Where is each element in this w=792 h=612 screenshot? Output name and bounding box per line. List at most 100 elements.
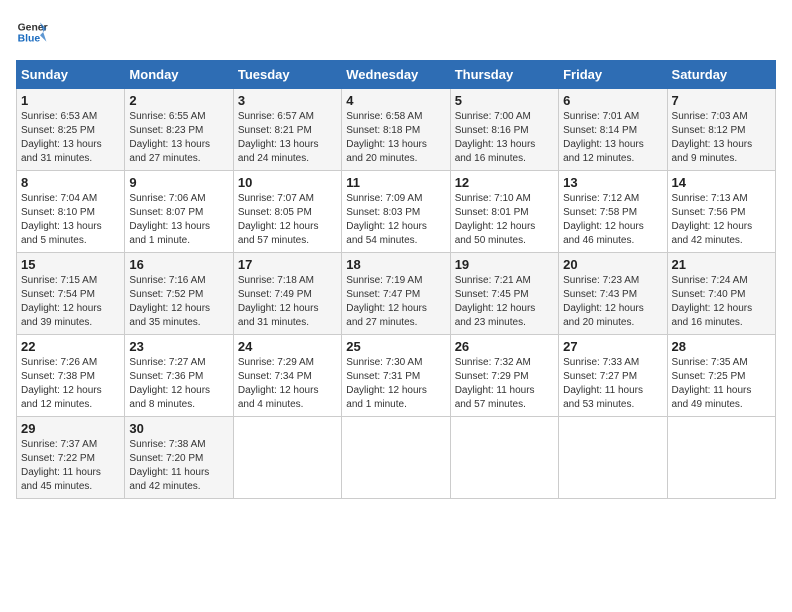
day-cell: 14 Sunrise: 7:13 AM Sunset: 7:56 PM Dayli… <box>667 171 775 253</box>
day-cell: 4Sunrise: 6:58 AM Sunset: 8:18 PM Daylig… <box>342 89 450 171</box>
day-cell: 16 Sunrise: 7:16 AM Sunset: 7:52 PM Dayli… <box>125 253 233 335</box>
col-header-sunday: Sunday <box>17 61 125 89</box>
day-cell: 22Sunrise: 7:26 AM Sunset: 7:38 PM Dayli… <box>17 335 125 417</box>
day-info: Sunrise: 7:35 AM Sunset: 7:25 PM Dayligh… <box>672 356 771 412</box>
week-row-3: 15 Sunrise: 7:15 AM Sunset: 7:54 PM Dayli… <box>17 253 776 335</box>
day-number: 30 <box>129 421 228 436</box>
day-number: 25 <box>346 339 445 354</box>
day-info: Sunrise: 7:07 AM Sunset: 8:05 PM Dayligh… <box>238 192 337 248</box>
day-number: 8 <box>21 175 120 190</box>
day-info: Sunrise: 6:57 AM Sunset: 8:21 PM Dayligh… <box>238 110 337 166</box>
col-header-thursday: Thursday <box>450 61 558 89</box>
day-cell: 25 Sunrise: 7:30 AM Sunset: 7:31 PM Dayli… <box>342 335 450 417</box>
day-number: 13 <box>563 175 662 190</box>
day-number: 2 <box>129 93 228 108</box>
day-cell <box>342 417 450 499</box>
day-cell <box>559 417 667 499</box>
logo-icon: General Blue <box>16 16 48 48</box>
week-row-2: 8 Sunrise: 7:04 AM Sunset: 8:10 PM Daylig… <box>17 171 776 253</box>
day-number: 7 <box>672 93 771 108</box>
day-number: 12 <box>455 175 554 190</box>
day-cell: 17Sunrise: 7:18 AM Sunset: 7:49 PM Dayli… <box>233 253 341 335</box>
calendar-table: SundayMondayTuesdayWednesdayThursdayFrid… <box>16 60 776 499</box>
day-number: 10 <box>238 175 337 190</box>
day-cell: 19 Sunrise: 7:21 AM Sunset: 7:45 PM Dayli… <box>450 253 558 335</box>
page-header: General Blue <box>16 16 776 48</box>
day-cell: 18 Sunrise: 7:19 AM Sunset: 7:47 PM Dayli… <box>342 253 450 335</box>
day-cell <box>233 417 341 499</box>
day-number: 20 <box>563 257 662 272</box>
day-cell: 21 Sunrise: 7:24 AM Sunset: 7:40 PM Dayli… <box>667 253 775 335</box>
day-cell: 1 Sunrise: 6:53 AM Sunset: 8:25 PM Daylig… <box>17 89 125 171</box>
day-info: Sunrise: 7:04 AM Sunset: 8:10 PM Dayligh… <box>21 192 120 248</box>
day-cell: 15 Sunrise: 7:15 AM Sunset: 7:54 PM Dayli… <box>17 253 125 335</box>
day-info: Sunrise: 7:19 AM Sunset: 7:47 PM Dayligh… <box>346 274 445 330</box>
day-info: Sunrise: 6:55 AM Sunset: 8:23 PM Dayligh… <box>129 110 228 166</box>
day-cell: 7Sunrise: 7:03 AM Sunset: 8:12 PM Daylig… <box>667 89 775 171</box>
day-info: Sunrise: 7:33 AM Sunset: 7:27 PM Dayligh… <box>563 356 662 412</box>
day-info: Sunrise: 7:15 AM Sunset: 7:54 PM Dayligh… <box>21 274 120 330</box>
day-cell: 27 Sunrise: 7:33 AM Sunset: 7:27 PM Dayli… <box>559 335 667 417</box>
day-number: 5 <box>455 93 554 108</box>
day-info: Sunrise: 7:13 AM Sunset: 7:56 PM Dayligh… <box>672 192 771 248</box>
day-number: 9 <box>129 175 228 190</box>
day-info: Sunrise: 7:23 AM Sunset: 7:43 PM Dayligh… <box>563 274 662 330</box>
day-cell: 11 Sunrise: 7:09 AM Sunset: 8:03 PM Dayli… <box>342 171 450 253</box>
day-number: 24 <box>238 339 337 354</box>
day-info: Sunrise: 6:53 AM Sunset: 8:25 PM Dayligh… <box>21 110 120 166</box>
day-cell: 3 Sunrise: 6:57 AM Sunset: 8:21 PM Daylig… <box>233 89 341 171</box>
day-cell: 2 Sunrise: 6:55 AM Sunset: 8:23 PM Daylig… <box>125 89 233 171</box>
day-cell: 10 Sunrise: 7:07 AM Sunset: 8:05 PM Dayli… <box>233 171 341 253</box>
col-header-saturday: Saturday <box>667 61 775 89</box>
week-row-5: 29 Sunrise: 7:37 AM Sunset: 7:22 PM Dayli… <box>17 417 776 499</box>
day-info: Sunrise: 7:18 AM Sunset: 7:49 PM Dayligh… <box>238 274 337 330</box>
day-info: Sunrise: 7:27 AM Sunset: 7:36 PM Dayligh… <box>129 356 228 412</box>
day-number: 21 <box>672 257 771 272</box>
day-info: Sunrise: 7:30 AM Sunset: 7:31 PM Dayligh… <box>346 356 445 412</box>
day-cell: 28Sunrise: 7:35 AM Sunset: 7:25 PM Dayli… <box>667 335 775 417</box>
day-number: 11 <box>346 175 445 190</box>
day-number: 16 <box>129 257 228 272</box>
day-number: 3 <box>238 93 337 108</box>
day-number: 23 <box>129 339 228 354</box>
day-cell: 6 Sunrise: 7:01 AM Sunset: 8:14 PM Daylig… <box>559 89 667 171</box>
day-info: Sunrise: 7:00 AM Sunset: 8:16 PM Dayligh… <box>455 110 554 166</box>
day-number: 22 <box>21 339 120 354</box>
day-cell: 8 Sunrise: 7:04 AM Sunset: 8:10 PM Daylig… <box>17 171 125 253</box>
day-info: Sunrise: 7:01 AM Sunset: 8:14 PM Dayligh… <box>563 110 662 166</box>
day-number: 15 <box>21 257 120 272</box>
day-info: Sunrise: 7:24 AM Sunset: 7:40 PM Dayligh… <box>672 274 771 330</box>
day-number: 4 <box>346 93 445 108</box>
svg-text:Blue: Blue <box>18 34 41 45</box>
day-cell: 9 Sunrise: 7:06 AM Sunset: 8:07 PM Daylig… <box>125 171 233 253</box>
day-number: 6 <box>563 93 662 108</box>
day-info: Sunrise: 7:09 AM Sunset: 8:03 PM Dayligh… <box>346 192 445 248</box>
col-header-wednesday: Wednesday <box>342 61 450 89</box>
week-row-4: 22Sunrise: 7:26 AM Sunset: 7:38 PM Dayli… <box>17 335 776 417</box>
day-info: Sunrise: 7:37 AM Sunset: 7:22 PM Dayligh… <box>21 438 120 494</box>
day-cell: 12 Sunrise: 7:10 AM Sunset: 8:01 PM Dayli… <box>450 171 558 253</box>
day-number: 26 <box>455 339 554 354</box>
day-number: 29 <box>21 421 120 436</box>
day-cell: 20 Sunrise: 7:23 AM Sunset: 7:43 PM Dayli… <box>559 253 667 335</box>
day-info: Sunrise: 7:29 AM Sunset: 7:34 PM Dayligh… <box>238 356 337 412</box>
day-info: Sunrise: 7:12 AM Sunset: 7:58 PM Dayligh… <box>563 192 662 248</box>
week-row-1: 1 Sunrise: 6:53 AM Sunset: 8:25 PM Daylig… <box>17 89 776 171</box>
day-number: 1 <box>21 93 120 108</box>
day-number: 19 <box>455 257 554 272</box>
day-info: Sunrise: 7:38 AM Sunset: 7:20 PM Dayligh… <box>129 438 228 494</box>
day-cell <box>667 417 775 499</box>
day-info: Sunrise: 7:06 AM Sunset: 8:07 PM Dayligh… <box>129 192 228 248</box>
day-info: Sunrise: 7:21 AM Sunset: 7:45 PM Dayligh… <box>455 274 554 330</box>
col-header-friday: Friday <box>559 61 667 89</box>
day-cell: 13 Sunrise: 7:12 AM Sunset: 7:58 PM Dayli… <box>559 171 667 253</box>
day-number: 14 <box>672 175 771 190</box>
day-number: 18 <box>346 257 445 272</box>
col-header-tuesday: Tuesday <box>233 61 341 89</box>
day-info: Sunrise: 7:16 AM Sunset: 7:52 PM Dayligh… <box>129 274 228 330</box>
day-number: 27 <box>563 339 662 354</box>
logo: General Blue <box>16 16 48 48</box>
day-cell: 30 Sunrise: 7:38 AM Sunset: 7:20 PM Dayli… <box>125 417 233 499</box>
day-cell: 23 Sunrise: 7:27 AM Sunset: 7:36 PM Dayli… <box>125 335 233 417</box>
day-info: Sunrise: 7:10 AM Sunset: 8:01 PM Dayligh… <box>455 192 554 248</box>
